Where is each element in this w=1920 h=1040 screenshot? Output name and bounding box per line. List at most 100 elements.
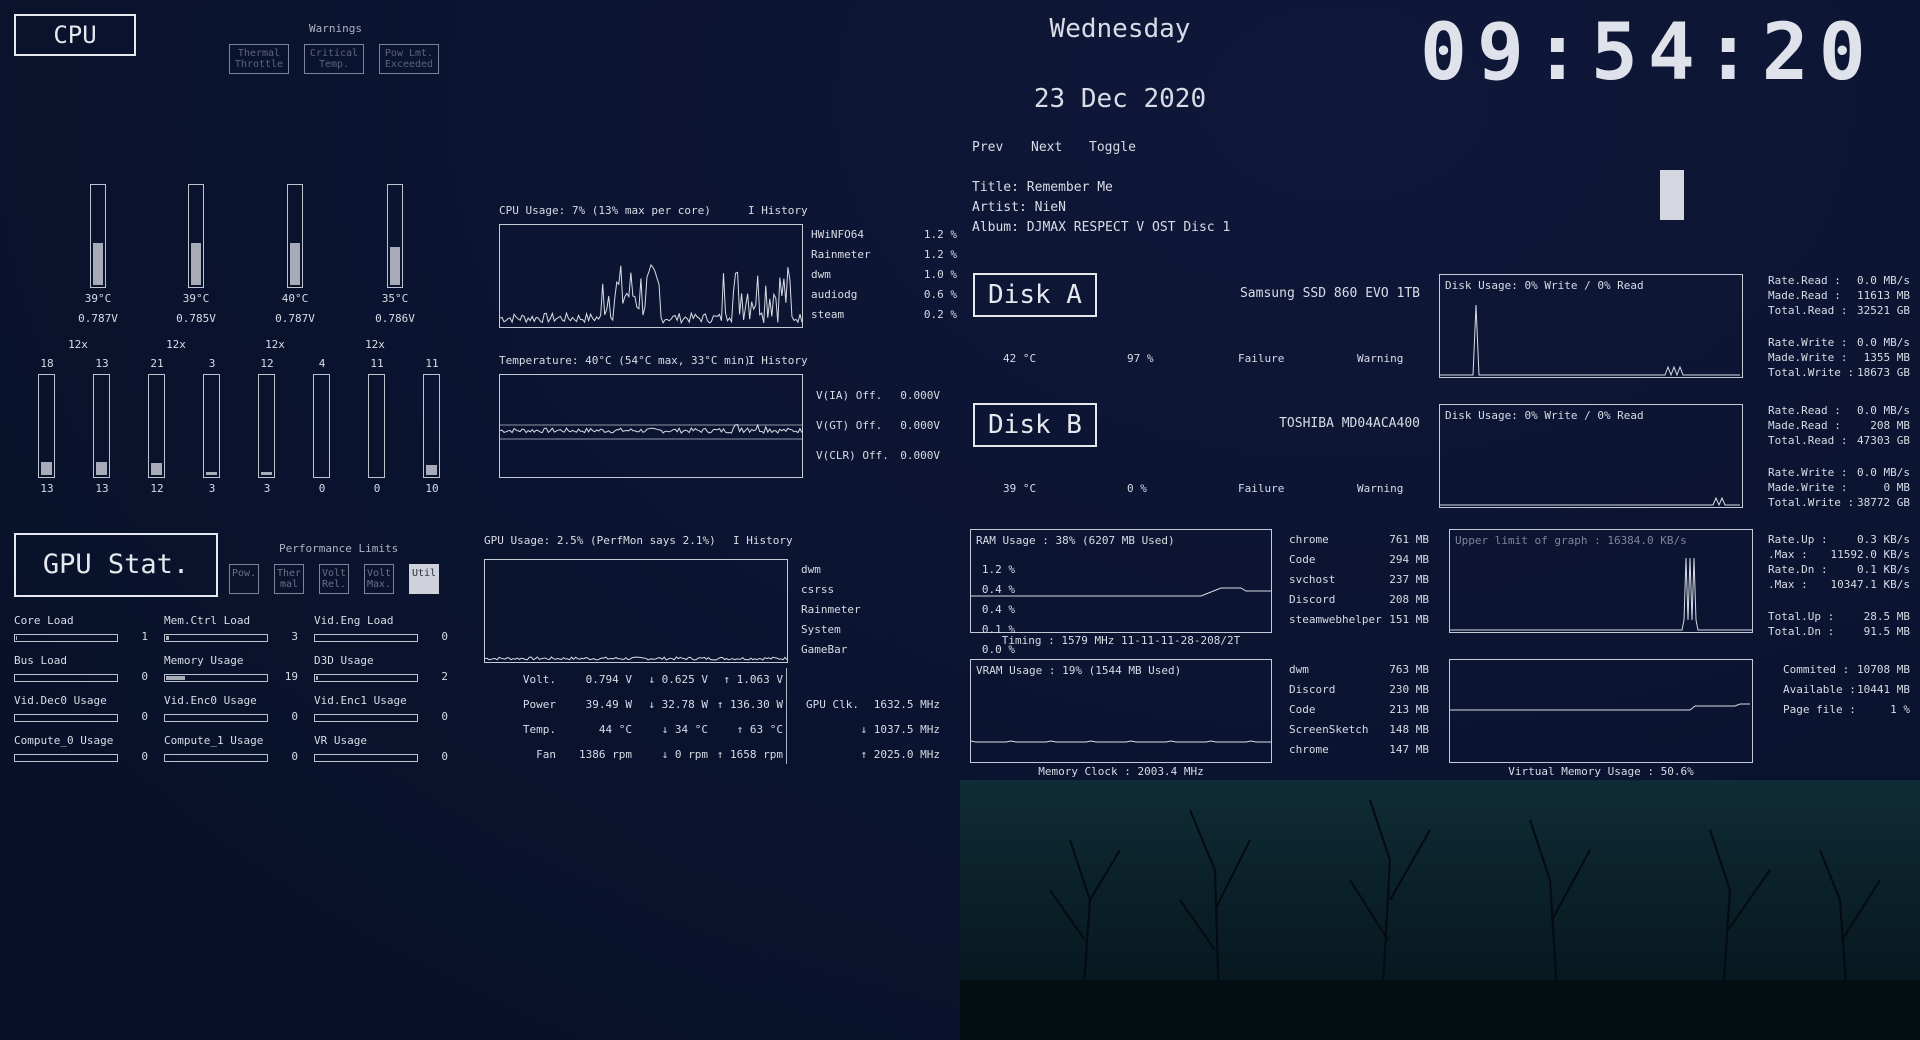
gpu-load-label: Bus Load xyxy=(14,654,67,667)
thread-load-top: 18 xyxy=(40,357,54,370)
gpu-stat-min: ↓ 34 °C xyxy=(661,723,708,736)
gpu-stat-current: 0.794 V xyxy=(585,673,632,686)
gpu-load-bar xyxy=(164,634,268,642)
core-multiplier: 12x xyxy=(68,338,88,351)
gpu-history-link[interactable]: I History xyxy=(733,534,793,547)
gpu-usage-graph xyxy=(484,559,788,663)
process-name: Rainmeter xyxy=(811,248,871,261)
process-value: 1.2 % xyxy=(981,563,1015,576)
clock: 09:54:20 xyxy=(1420,8,1876,98)
perf-limit-indicator: Volt Max. xyxy=(364,564,394,594)
gpu-load-label: Compute_1 Usage xyxy=(164,734,264,747)
process-value: 0.2 % xyxy=(923,308,957,321)
core-temp-bar xyxy=(287,184,303,288)
gpu-load-label: Memory Usage xyxy=(164,654,244,667)
gpu-stat-max: ↑ 136.30 W xyxy=(716,698,783,711)
process-name: Discord xyxy=(1289,683,1336,696)
gpu-load-bar xyxy=(164,754,268,762)
ram-timing: Timing : 1579 MHz 11-11-11-28-208/2T xyxy=(1001,634,1241,647)
thread-load-top: 21 xyxy=(150,357,164,370)
gpu-load-bar xyxy=(14,674,118,682)
core-temp-bar xyxy=(387,184,403,288)
gpu-stat-min: ↓ 0 rpm xyxy=(661,748,708,761)
media-prev-button[interactable]: Prev xyxy=(972,140,1003,155)
process-name: Code xyxy=(1289,703,1316,716)
process-value: 0.6 % xyxy=(923,288,957,301)
gpu-title: GPU Stat. xyxy=(14,533,218,597)
media-toggle-button[interactable]: Toggle xyxy=(1089,140,1136,155)
disk-stat-value: 11613 MB xyxy=(1857,289,1910,302)
gpu-load-value: 0 xyxy=(441,710,448,723)
critical-temp-indicator: Critical Temp. xyxy=(304,44,364,74)
perf-limit-indicator: Util xyxy=(409,564,439,594)
gpu-stat-label: Power xyxy=(522,698,556,711)
gpu-stat-max: ↑ 1.063 V xyxy=(723,673,783,686)
thread-load-bar xyxy=(93,374,110,478)
gpu-load-bar xyxy=(14,634,118,642)
disk-title: Disk A xyxy=(973,273,1097,317)
core-multiplier: 12x xyxy=(265,338,285,351)
gpu-load-label: Compute_0 Usage xyxy=(14,734,114,747)
disk-health: 0 % xyxy=(1127,482,1147,495)
disk-stat-value: 0.0 MB/s xyxy=(1857,466,1910,479)
core-temp: 35°C xyxy=(381,292,409,305)
process-name: Code xyxy=(1289,553,1316,566)
thread-load-bottom: 0 xyxy=(318,482,326,495)
gpu-load-label: D3D Usage xyxy=(314,654,374,667)
process-value: 1.0 % xyxy=(923,268,957,281)
thread-load-bar xyxy=(258,374,275,478)
media-next-button[interactable]: Next xyxy=(1031,140,1062,155)
gpu-stat-current: 1386 rpm xyxy=(579,748,632,761)
voltage-offset-label: V(IA) Off. xyxy=(816,389,883,402)
virtual-memory-stat-value: 1 % xyxy=(1890,703,1910,716)
disk-stat-value: 0 MB xyxy=(1883,481,1911,494)
process-name: dwm xyxy=(801,563,821,576)
gpu-usage-title: GPU Usage: 2.5% (PerfMon says 2.1%) xyxy=(484,534,716,547)
thread-load-bottom: 13 xyxy=(40,482,54,495)
thread-load-bottom: 3 xyxy=(208,482,216,495)
thread-load-bar xyxy=(148,374,165,478)
gpu-load-value: 3 xyxy=(291,630,298,643)
gpu-stats-divider xyxy=(786,668,787,764)
gpu-load-value: 2 xyxy=(441,670,448,683)
gpu-clock-min: ↓ 1037.5 MHz xyxy=(860,723,940,736)
thread-load-bottom: 10 xyxy=(425,482,439,495)
process-name: GameBar xyxy=(801,643,848,656)
process-name: ScreenSketch xyxy=(1289,723,1369,736)
thread-load-bar xyxy=(203,374,220,478)
core-voltage: 0.785V xyxy=(176,312,216,325)
gpu-load-bar xyxy=(314,674,418,682)
thread-load-bottom: 3 xyxy=(263,482,271,495)
gpu-load-bar xyxy=(164,674,268,682)
thread-load-bar xyxy=(368,374,385,478)
disk-stat-value: 38772 GB xyxy=(1857,496,1910,509)
gpu-load-value: 0 xyxy=(141,750,148,763)
process-name: svchost xyxy=(1289,573,1336,586)
disk-temperature: 39 °C xyxy=(1003,482,1037,495)
gpu-stat-label: Fan xyxy=(536,748,556,761)
media-artist: Artist: NieN xyxy=(972,200,1066,215)
cpu-title: CPU xyxy=(14,14,136,56)
cpu-usage-graph xyxy=(499,224,803,328)
gpu-load-value: 1 xyxy=(141,630,148,643)
process-name: steamwebhelper xyxy=(1289,613,1382,626)
perf-limit-indicator: Volt Rel. xyxy=(319,564,349,594)
power-limit-indicator: Pow Lmt. Exceeded xyxy=(379,44,439,74)
disk-stat-value: 32521 GB xyxy=(1857,304,1910,317)
perf-limit-indicator: Ther mal xyxy=(274,564,304,594)
wallpaper-forest xyxy=(960,780,1920,1040)
temperature-history-link[interactable]: I History xyxy=(748,354,808,367)
voltage-offset-value: 0.000V xyxy=(900,449,940,462)
virtual-memory-graph xyxy=(1449,659,1753,763)
network-stat-label: .Max : xyxy=(1768,578,1808,591)
process-name: dwm xyxy=(1289,663,1309,676)
gpu-load-label: Vid.Enc1 Usage xyxy=(314,694,407,707)
thread-load-bar xyxy=(423,374,440,478)
process-value: 761 MB xyxy=(1389,533,1429,546)
temperature-title: Temperature: 40°C (54°C max, 33°C min) xyxy=(499,354,751,367)
process-value: 0.4 % xyxy=(981,583,1015,596)
process-value: 148 MB xyxy=(1389,723,1429,736)
gpu-load-value: 19 xyxy=(284,670,298,683)
performance-limits-label: Performance Limits xyxy=(279,542,399,555)
cpu-history-link[interactable]: I History xyxy=(748,204,808,217)
